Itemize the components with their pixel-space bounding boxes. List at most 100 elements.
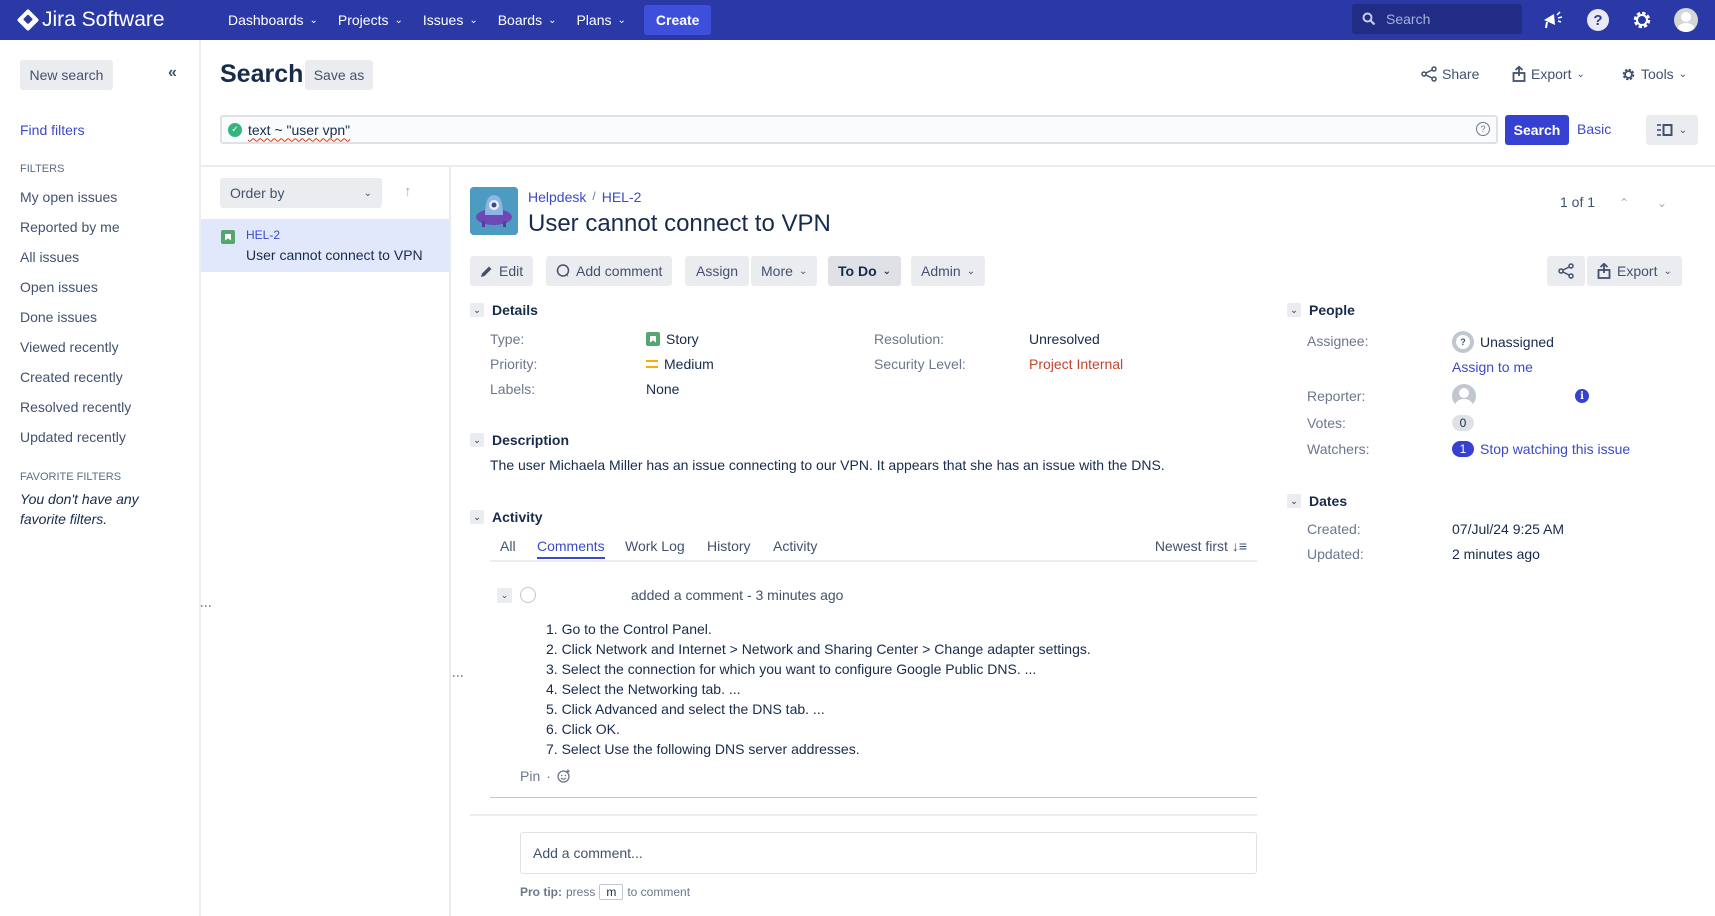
create-button[interactable]: Create <box>643 5 712 35</box>
nav-projects[interactable]: Projects ⌄ <box>328 0 413 40</box>
order-by-select[interactable]: Order by ⌄ <box>220 178 382 208</box>
filter-all-issues[interactable]: All issues <box>20 244 131 274</box>
watchers-label: Watchers: <box>1307 441 1370 457</box>
activity-section-toggle[interactable]: ⌄ Activity <box>470 509 543 525</box>
stop-watching-link[interactable]: Stop watching this issue <box>1480 441 1630 457</box>
comment-body: 1. Go to the Control Panel. 2. Click Net… <box>546 619 1091 759</box>
add-comment-input[interactable]: Add a comment... <box>520 832 1257 874</box>
page-title: Search <box>220 60 304 88</box>
priority-label: Priority: <box>490 356 538 372</box>
watchers-count-badge[interactable]: 1 <box>1452 441 1474 457</box>
jira-logo[interactable]: Jira Software <box>16 8 165 32</box>
security-level-value: Project Internal <box>1029 356 1124 372</box>
pro-tip-label: Pro tip: <box>520 885 562 899</box>
issue-title: User cannot connect to VPN <box>528 210 831 237</box>
filter-resolved-recently[interactable]: Resolved recently <box>20 394 131 424</box>
collapse-comment-icon[interactable]: ⌄ <box>497 588 512 603</box>
chevron-down-icon: ⌄ <box>394 14 403 26</box>
more-button[interactable]: More ⌄ <box>751 256 818 286</box>
nav-dashboards[interactable]: Dashboards ⌄ <box>218 0 328 40</box>
jql-query-text: text ~ "user vpn" <box>248 121 351 138</box>
issue-list-item[interactable]: HEL-2 User cannot connect to VPN <box>201 219 449 272</box>
tab-activity[interactable]: Activity <box>773 538 817 554</box>
description-section-toggle[interactable]: ⌄ Description <box>470 432 569 448</box>
save-as-button[interactable]: Save as <box>305 60 373 90</box>
tools-button[interactable]: Tools ⌄ <box>1621 66 1687 82</box>
jql-help-icon[interactable]: ? <box>1476 122 1490 136</box>
assign-to-me-link[interactable]: Assign to me <box>1452 359 1533 375</box>
chevron-down-icon: ⌄ <box>1287 303 1301 317</box>
export-button[interactable]: Export ⌄ <box>1512 66 1585 82</box>
collapse-sidebar-icon[interactable]: « <box>168 64 177 82</box>
filter-updated-recently[interactable]: Updated recently <box>20 424 131 454</box>
add-reaction-emoji-icon[interactable] <box>557 769 571 783</box>
export-issue-button[interactable]: Export ⌄ <box>1587 256 1682 286</box>
edit-button[interactable]: Edit <box>470 256 534 286</box>
settings-gear-icon[interactable] <box>1630 8 1654 32</box>
nav-menu: Dashboards ⌄ Projects ⌄ Issues ⌄ Boards ⌄ Pl… <box>218 0 712 40</box>
nav-boards[interactable]: Boards ⌄ <box>488 0 567 40</box>
find-filters-link[interactable]: Find filters <box>20 122 85 138</box>
new-search-button[interactable]: New search <box>20 60 113 90</box>
jql-query-input[interactable]: ✓ text ~ "user vpn" ? <box>220 115 1498 144</box>
sort-direction-arrow-icon[interactable]: ↑ <box>404 183 412 200</box>
order-by-label: Order by <box>230 185 285 201</box>
votes-value[interactable]: 0 <box>1452 415 1474 431</box>
unassigned-avatar-icon: ? <box>1452 331 1474 353</box>
list-resize-handle[interactable]: ⋮ <box>451 670 465 681</box>
notifications-megaphone-icon[interactable] <box>1541 8 1565 32</box>
created-value: 07/Jul/24 9:25 AM <box>1452 521 1565 537</box>
share-issue-button[interactable] <box>1547 256 1585 286</box>
comment-step: 5. Click Advanced and select the DNS tab… <box>546 701 825 717</box>
pin-comment-link[interactable]: Pin <box>520 768 540 784</box>
nav-plans[interactable]: Plans ⌄ <box>566 0 635 40</box>
sort-label: Newest first <box>1154 538 1228 554</box>
add-comment-button[interactable]: Add comment <box>546 256 673 286</box>
tab-all[interactable]: All <box>500 538 516 554</box>
chevron-down-icon: ⌄ <box>1287 494 1301 508</box>
action-separator: · <box>546 768 551 784</box>
details-section-toggle[interactable]: ⌄ Details <box>470 302 538 318</box>
breadcrumb-issue-key-link[interactable]: HEL-2 <box>602 189 642 205</box>
sort-newest-first-button[interactable]: Newest first ↓≡ <box>1155 538 1247 554</box>
dates-section-toggle[interactable]: ⌄ Dates <box>1287 493 1347 509</box>
admin-button[interactable]: Admin ⌄ <box>911 256 986 286</box>
basic-search-link[interactable]: Basic <box>1577 121 1611 137</box>
keyboard-shortcut-key: m <box>599 884 624 900</box>
more-label: More <box>761 263 793 279</box>
filter-reported-by-me[interactable]: Reported by me <box>20 214 131 244</box>
breadcrumb-project-link[interactable]: Helpdesk <box>528 189 586 205</box>
type-value: Story <box>646 331 699 347</box>
tab-work-log[interactable]: Work Log <box>625 538 685 554</box>
reporter-info-icon[interactable]: i <box>1575 389 1589 403</box>
nav-issues[interactable]: Issues ⌄ <box>413 0 488 40</box>
comment-step: 7. Select Use the following DNS server a… <box>546 741 860 757</box>
tab-history[interactable]: History <box>707 538 751 554</box>
filter-open-issues[interactable]: Open issues <box>20 274 131 304</box>
pro-tip-suffix: to comment <box>627 885 691 899</box>
export-label: Export <box>1531 66 1572 82</box>
help-icon[interactable]: ? <box>1586 8 1610 32</box>
search-button[interactable]: Search <box>1505 115 1569 145</box>
updated-value: 2 minutes ago <box>1452 546 1540 562</box>
next-issue-icon[interactable]: ⌄ <box>1657 196 1667 210</box>
previous-issue-icon[interactable]: ⌃ <box>1619 196 1629 210</box>
filter-created-recently[interactable]: Created recently <box>20 364 131 394</box>
issue-list-panel: Order by ⌄ ↑ HEL-2 User cannot connect t… <box>201 167 451 916</box>
global-search-input[interactable]: Search <box>1352 4 1522 34</box>
created-label: Created: <box>1307 521 1361 537</box>
filter-viewed-recently[interactable]: Viewed recently <box>20 334 131 364</box>
status-to-do-button[interactable]: To Do ⌄ <box>828 256 902 286</box>
user-avatar[interactable] <box>1674 8 1698 32</box>
assign-button[interactable]: Assign <box>685 256 749 286</box>
layout-switcher-button[interactable]: ⌄ <box>1646 115 1698 145</box>
filter-done-issues[interactable]: Done issues <box>20 304 131 334</box>
people-section-toggle[interactable]: ⌄ People <box>1287 302 1355 318</box>
type-label: Type: <box>490 331 525 347</box>
filter-my-open-issues[interactable]: My open issues <box>20 184 131 214</box>
chevron-down-icon: ⌄ <box>548 14 557 26</box>
tab-comments[interactable]: Comments <box>537 538 605 559</box>
share-button[interactable]: Share <box>1421 66 1479 82</box>
filters-sidebar: New search « Find filters FILTERS My ope… <box>0 40 201 916</box>
global-search-placeholder: Search <box>1386 11 1431 27</box>
